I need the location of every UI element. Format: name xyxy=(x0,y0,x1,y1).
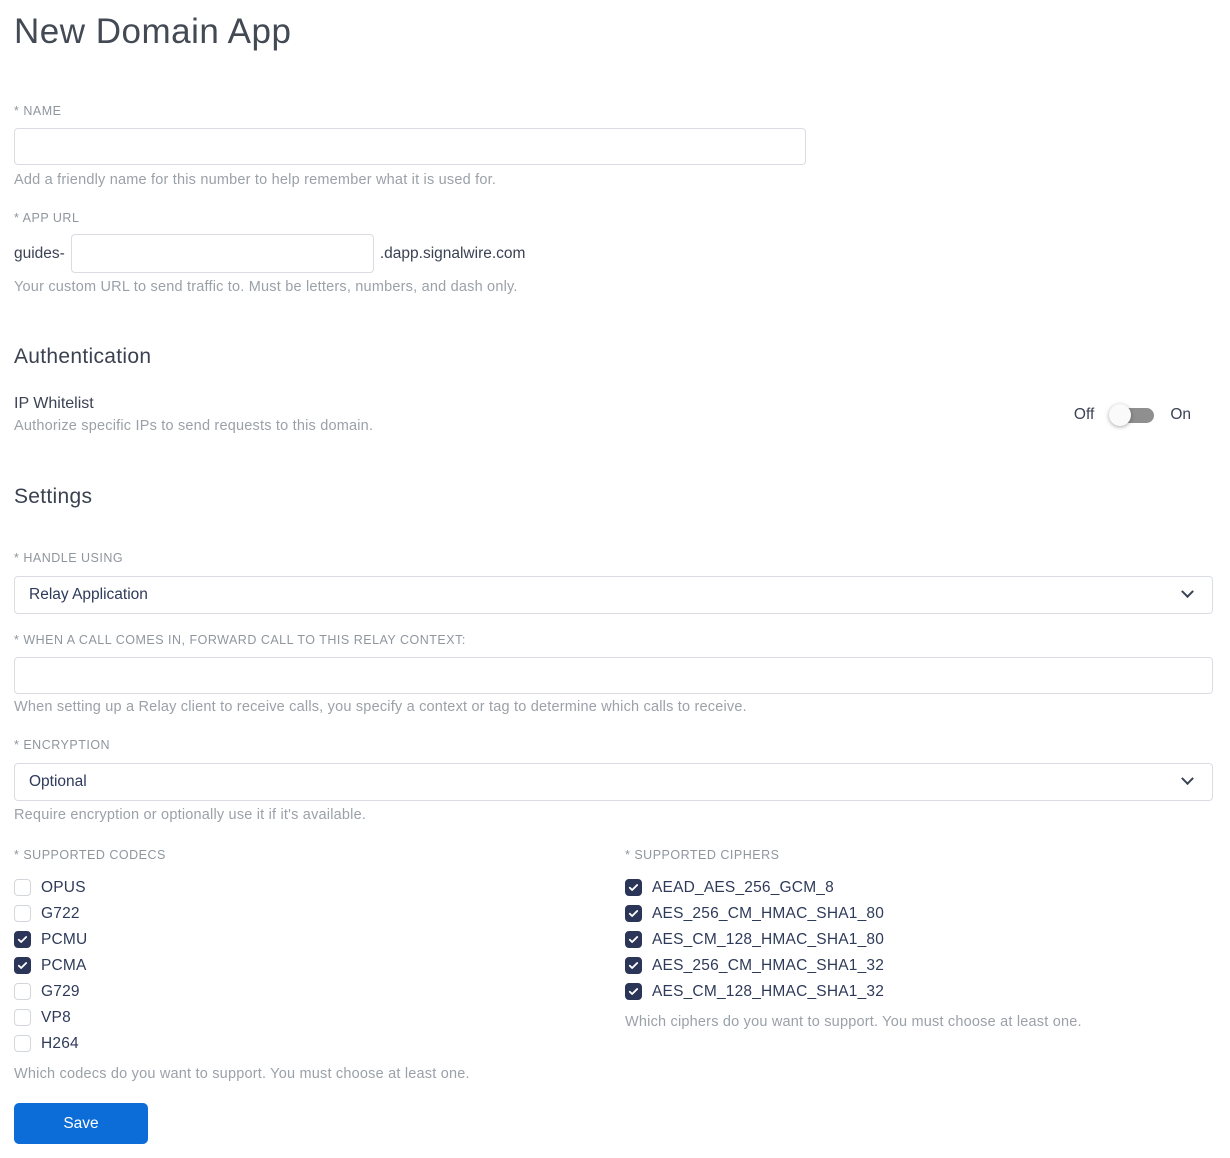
handle-using-label: * HANDLE USING xyxy=(14,550,124,565)
checkmark-icon xyxy=(628,988,639,996)
name-helper-text: Add a friendly name for this number to h… xyxy=(14,172,497,189)
encryption-label: * ENCRYPTION xyxy=(14,737,111,752)
encryption-value: Optional xyxy=(29,772,87,790)
ip-whitelist-row: IP Whitelist Authorize specific IPs to s… xyxy=(14,395,1213,435)
name-label: * NAME xyxy=(14,104,62,119)
encryption-select[interactable]: Optional xyxy=(14,762,1213,801)
codec-label: G722 xyxy=(41,904,80,922)
toggle-on-label: On xyxy=(1170,405,1191,423)
ciphers-helper-text: Which ciphers do you want to support. Yo… xyxy=(625,1013,1082,1030)
cipher-label: AEAD_AES_256_GCM_8 xyxy=(652,878,834,896)
cipher-checkbox-aes-cm-128-hmac-sha1-32[interactable] xyxy=(625,983,642,1001)
name-input[interactable] xyxy=(14,128,806,166)
cipher-option: AES_CM_128_HMAC_SHA1_80 xyxy=(625,927,1213,953)
cipher-option: AES_256_CM_HMAC_SHA1_80 xyxy=(625,901,1213,927)
app-url-prefix: guides- xyxy=(14,244,65,262)
chevron-down-icon xyxy=(1181,772,1194,786)
codec-checkbox-pcma[interactable] xyxy=(14,957,31,975)
codec-checkbox-g729[interactable] xyxy=(14,983,31,1001)
codec-checkbox-h264[interactable] xyxy=(14,1035,31,1053)
codec-label: PCMA xyxy=(41,956,87,974)
relay-context-label: * WHEN A CALL COMES IN, FORWARD CALL TO … xyxy=(14,632,466,647)
app-url-label: * APP URL xyxy=(14,211,80,226)
new-domain-app-form: New Domain App * NAME Add a friendly nam… xyxy=(0,0,1230,1158)
codec-option-g722: G722 xyxy=(14,901,625,927)
cipher-option: AEAD_AES_256_GCM_8 xyxy=(625,875,1213,901)
checkmark-icon xyxy=(628,884,639,892)
codec-label: VP8 xyxy=(41,1008,71,1026)
codec-checkbox-g722[interactable] xyxy=(14,905,31,923)
cipher-option: AES_256_CM_HMAC_SHA1_32 xyxy=(625,953,1213,979)
cipher-label: AES_256_CM_HMAC_SHA1_32 xyxy=(652,956,885,974)
cipher-label: AES_CM_128_HMAC_SHA1_80 xyxy=(652,930,885,948)
handle-using-select[interactable]: Relay Application xyxy=(14,575,1213,614)
codec-option-pcma: PCMA xyxy=(14,953,625,979)
cipher-label: AES_256_CM_HMAC_SHA1_80 xyxy=(652,904,885,922)
supported-ciphers-group: * SUPPORTED CIPHERS AEAD_AES_256_GCM_8 A… xyxy=(625,848,1213,1083)
cipher-checkbox-aes-256-cm-hmac-sha1-32[interactable] xyxy=(625,957,642,975)
app-url-row: guides- .dapp.signalwire.com xyxy=(14,234,1213,274)
codec-option-h264: H264 xyxy=(14,1031,625,1057)
encryption-helper-text: Require encryption or optionally use it … xyxy=(14,806,367,823)
checkmark-icon xyxy=(628,962,639,970)
relay-context-helper-text: When setting up a Relay client to receiv… xyxy=(14,698,747,715)
app-url-helper-text: Your custom URL to send traffic to. Must… xyxy=(14,279,518,296)
app-url-input[interactable] xyxy=(70,234,374,274)
codecs-helper-text: Which codecs do you want to support. You… xyxy=(14,1065,470,1082)
app-url-suffix: .dapp.signalwire.com xyxy=(379,244,526,262)
cipher-option: AES_CM_128_HMAC_SHA1_32 xyxy=(625,979,1213,1005)
ip-whitelist-helper-text: Authorize specific IPs to send requests … xyxy=(14,417,374,434)
cipher-checkbox-aead-aes-256-gcm-8[interactable] xyxy=(625,879,642,897)
checkmark-icon xyxy=(17,936,28,944)
codec-label: G729 xyxy=(41,982,80,1000)
codec-checkbox-opus[interactable] xyxy=(14,879,31,897)
toggle-knob xyxy=(1109,403,1132,426)
supported-ciphers-label: * SUPPORTED CIPHERS xyxy=(625,847,780,862)
supported-codecs-group: * SUPPORTED CODECS OPUS G722 PCMU PCMA G… xyxy=(14,848,625,1083)
codec-label: OPUS xyxy=(41,878,86,896)
cipher-checkbox-aes-256-cm-hmac-sha1-80[interactable] xyxy=(625,905,642,923)
codec-checkbox-pcmu[interactable] xyxy=(14,931,31,949)
relay-context-input[interactable] xyxy=(14,656,1213,694)
cipher-label: AES_CM_128_HMAC_SHA1_32 xyxy=(652,982,885,1000)
codecs-list: OPUS G722 PCMU PCMA G729 VP8 H264 xyxy=(14,875,625,1057)
codecs-ciphers-row: * SUPPORTED CODECS OPUS G722 PCMU PCMA G… xyxy=(14,848,1213,1083)
checkmark-icon xyxy=(628,936,639,944)
ciphers-list: AEAD_AES_256_GCM_8 AES_256_CM_HMAC_SHA1_… xyxy=(625,875,1213,1005)
cipher-checkbox-aes-cm-128-hmac-sha1-80[interactable] xyxy=(625,931,642,949)
save-button[interactable]: Save xyxy=(14,1103,148,1144)
chevron-down-icon xyxy=(1181,585,1194,599)
supported-codecs-label: * SUPPORTED CODECS xyxy=(14,847,166,862)
page-title: New Domain App xyxy=(14,12,292,51)
ip-whitelist-toggle[interactable] xyxy=(1109,403,1155,427)
ip-whitelist-label: IP Whitelist xyxy=(14,394,94,412)
toggle-off-label: Off xyxy=(1073,405,1095,423)
authentication-heading: Authentication xyxy=(14,344,152,368)
codec-option-pcmu: PCMU xyxy=(14,927,625,953)
handle-using-value: Relay Application xyxy=(29,585,148,603)
codec-checkbox-vp8[interactable] xyxy=(14,1009,31,1027)
codec-option-opus: OPUS xyxy=(14,875,625,901)
checkmark-icon xyxy=(17,962,28,970)
codec-label: H264 xyxy=(41,1034,79,1052)
codec-option-vp8: VP8 xyxy=(14,1005,625,1031)
ip-whitelist-text-block: IP Whitelist Authorize specific IPs to s… xyxy=(14,395,373,435)
codec-label: PCMU xyxy=(41,930,88,948)
ip-whitelist-toggle-group: Off On xyxy=(1074,403,1213,427)
codec-option-g729: G729 xyxy=(14,979,625,1005)
settings-heading: Settings xyxy=(14,484,93,508)
checkmark-icon xyxy=(628,910,639,918)
